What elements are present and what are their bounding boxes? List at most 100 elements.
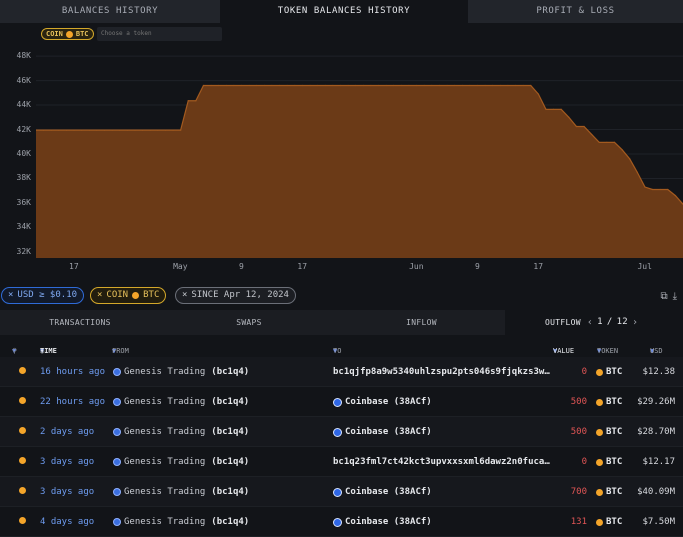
tab-transactions[interactable]: TRANSACTIONS — [0, 310, 160, 335]
token-search-input[interactable] — [97, 27, 222, 41]
x-tick-label: 17 — [69, 262, 79, 271]
tx-usd: $12.17 — [642, 457, 675, 467]
usd-filter-label: USD ≥ $0.10 — [17, 290, 78, 300]
close-icon[interactable]: × — [8, 288, 13, 303]
page-separator: / — [606, 317, 613, 327]
table-row[interactable]: 4 days ago Genesis Trading (bc1q4) Coinbase… — [0, 507, 683, 537]
data-point — [636, 171, 638, 173]
coin-filter-chip[interactable]: × COIN BTC — [90, 287, 167, 304]
data-point — [218, 84, 220, 87]
tx-time-link[interactable]: 22 hours ago — [40, 397, 105, 407]
tx-from[interactable]: Genesis Trading (bc1q4) — [113, 487, 249, 497]
btc-icon — [19, 457, 26, 467]
tx-from[interactable]: Genesis Trading (bc1q4) — [113, 397, 249, 407]
y-tick-label: 32K — [16, 246, 31, 256]
table-actions: ⧉ ⤓ — [660, 291, 677, 302]
data-point — [202, 84, 205, 87]
tab-swaps[interactable]: SWAPS — [160, 310, 338, 335]
btc-icon — [19, 397, 26, 407]
tx-from[interactable]: Genesis Trading (bc1q4) — [113, 517, 249, 527]
usd-filter-chip[interactable]: × USD ≥ $0.10 — [1, 287, 85, 304]
data-point — [164, 129, 166, 131]
btc-icon — [596, 458, 603, 466]
data-point — [187, 100, 189, 102]
close-icon[interactable]: × — [182, 288, 187, 303]
tx-from[interactable]: Genesis Trading (bc1q4) — [113, 367, 249, 377]
coin-label: COIN — [46, 30, 63, 38]
tx-to[interactable]: Coinbase (38ACf) — [333, 397, 432, 407]
tx-usd: $29.26M — [637, 397, 675, 407]
data-point — [575, 125, 578, 128]
data-point — [674, 195, 676, 197]
tx-to[interactable]: Coinbase (38ACf) — [333, 487, 432, 497]
data-point — [415, 84, 418, 87]
coinbase-icon — [333, 487, 342, 497]
close-icon[interactable]: × — [97, 288, 102, 303]
data-point — [438, 84, 441, 87]
next-page-icon[interactable]: › — [632, 310, 638, 335]
tx-time-link[interactable]: 2 days ago — [40, 427, 94, 437]
x-tick-label: Jun — [409, 262, 424, 271]
tx-to[interactable]: bc1qjfp8a9w5340uhlzspu2pts046s9fjqkzs3w… — [333, 367, 550, 377]
token-filter-pill[interactable]: COIN BTC — [41, 28, 94, 40]
download-icon[interactable]: ⤓ — [673, 291, 677, 302]
data-point — [347, 84, 349, 87]
data-point — [553, 108, 555, 110]
tx-from[interactable]: Genesis Trading (bc1q4) — [113, 427, 249, 437]
tab-outflow[interactable]: OUTFLOW ‹ 1 / 12 › — [505, 310, 683, 335]
since-filter-label: SINCE Apr 12, 2024 — [191, 290, 289, 300]
tx-from[interactable]: Genesis Trading (bc1q4) — [113, 457, 249, 467]
data-point — [492, 84, 494, 87]
tx-token: BTC — [596, 457, 622, 467]
data-point — [370, 84, 372, 87]
data-point — [385, 84, 387, 87]
data-point — [157, 129, 159, 131]
tx-time-link[interactable]: 3 days ago — [40, 457, 94, 467]
y-tick-label: 38K — [16, 173, 31, 183]
tx-to[interactable]: Coinbase (38ACf) — [333, 517, 432, 527]
table-row[interactable]: 16 hours ago Genesis Trading (bc1q4) bc1qjf… — [0, 357, 683, 387]
btc-icon — [19, 517, 26, 527]
tx-token: BTC — [596, 487, 622, 497]
tx-time-link[interactable]: 4 days ago — [40, 517, 94, 527]
top-tab-bar: BALANCES HISTORY TOKEN BALANCES HISTORY … — [0, 0, 683, 23]
data-point — [301, 84, 304, 87]
btc-icon — [596, 368, 603, 376]
tx-usd: $12.38 — [642, 367, 675, 377]
tx-value: 0 — [581, 457, 587, 467]
genesis-entity-icon — [113, 398, 121, 406]
btc-icon — [19, 427, 26, 437]
data-point — [149, 129, 151, 131]
y-tick-label: 46K — [16, 75, 31, 85]
coin-filter-token: BTC — [143, 290, 160, 300]
prev-page-icon[interactable]: ‹ — [587, 310, 593, 335]
tx-time-link[interactable]: 3 days ago — [40, 487, 94, 497]
tab-token-balances-history[interactable]: TOKEN BALANCES HISTORY — [220, 0, 468, 23]
tab-profit-loss[interactable]: PROFIT & LOSS — [468, 0, 683, 23]
data-point — [278, 84, 281, 87]
tx-value: 500 — [570, 397, 587, 407]
data-point — [598, 141, 600, 143]
table-row[interactable]: 3 days ago Genesis Trading (bc1q4) Coinbase… — [0, 477, 683, 507]
data-point — [454, 84, 456, 87]
tab-balances-history[interactable]: BALANCES HISTORY — [0, 0, 220, 23]
since-filter-chip[interactable]: × SINCE Apr 12, 2024 — [175, 287, 296, 304]
tx-to[interactable]: Coinbase (38ACf) — [333, 427, 432, 437]
table-row[interactable]: 2 days ago Genesis Trading (bc1q4) Coinbase… — [0, 417, 683, 447]
data-point — [651, 188, 654, 191]
tx-to[interactable]: bc1q23fml7ct42kct3upvxxsxml6dawz2n0fuca… — [333, 457, 550, 467]
data-point — [225, 84, 227, 87]
coin-filter-label: COIN — [106, 290, 129, 300]
tx-usd: $28.70M — [637, 427, 675, 437]
tx-time-link[interactable]: 16 hours ago — [40, 367, 105, 377]
data-point — [271, 84, 273, 87]
table-header: ▼ ⚲ ◷ ▼ TIME ▾ ▼ FROM ▼ TO ▼ VALUE ▼ TOKEN ▼ USD — [0, 335, 683, 355]
data-point — [583, 125, 585, 128]
tx-token: BTC — [596, 397, 622, 407]
table-row[interactable]: 3 days ago Genesis Trading (bc1q4) bc1q23fm… — [0, 447, 683, 477]
data-point — [111, 129, 113, 131]
tx-usd: $7.50M — [642, 517, 675, 527]
copy-icon[interactable]: ⧉ — [660, 291, 667, 302]
tab-inflow[interactable]: INFLOW — [338, 310, 505, 335]
table-row[interactable]: 22 hours ago Genesis Trading (bc1q4) Coinba… — [0, 387, 683, 417]
